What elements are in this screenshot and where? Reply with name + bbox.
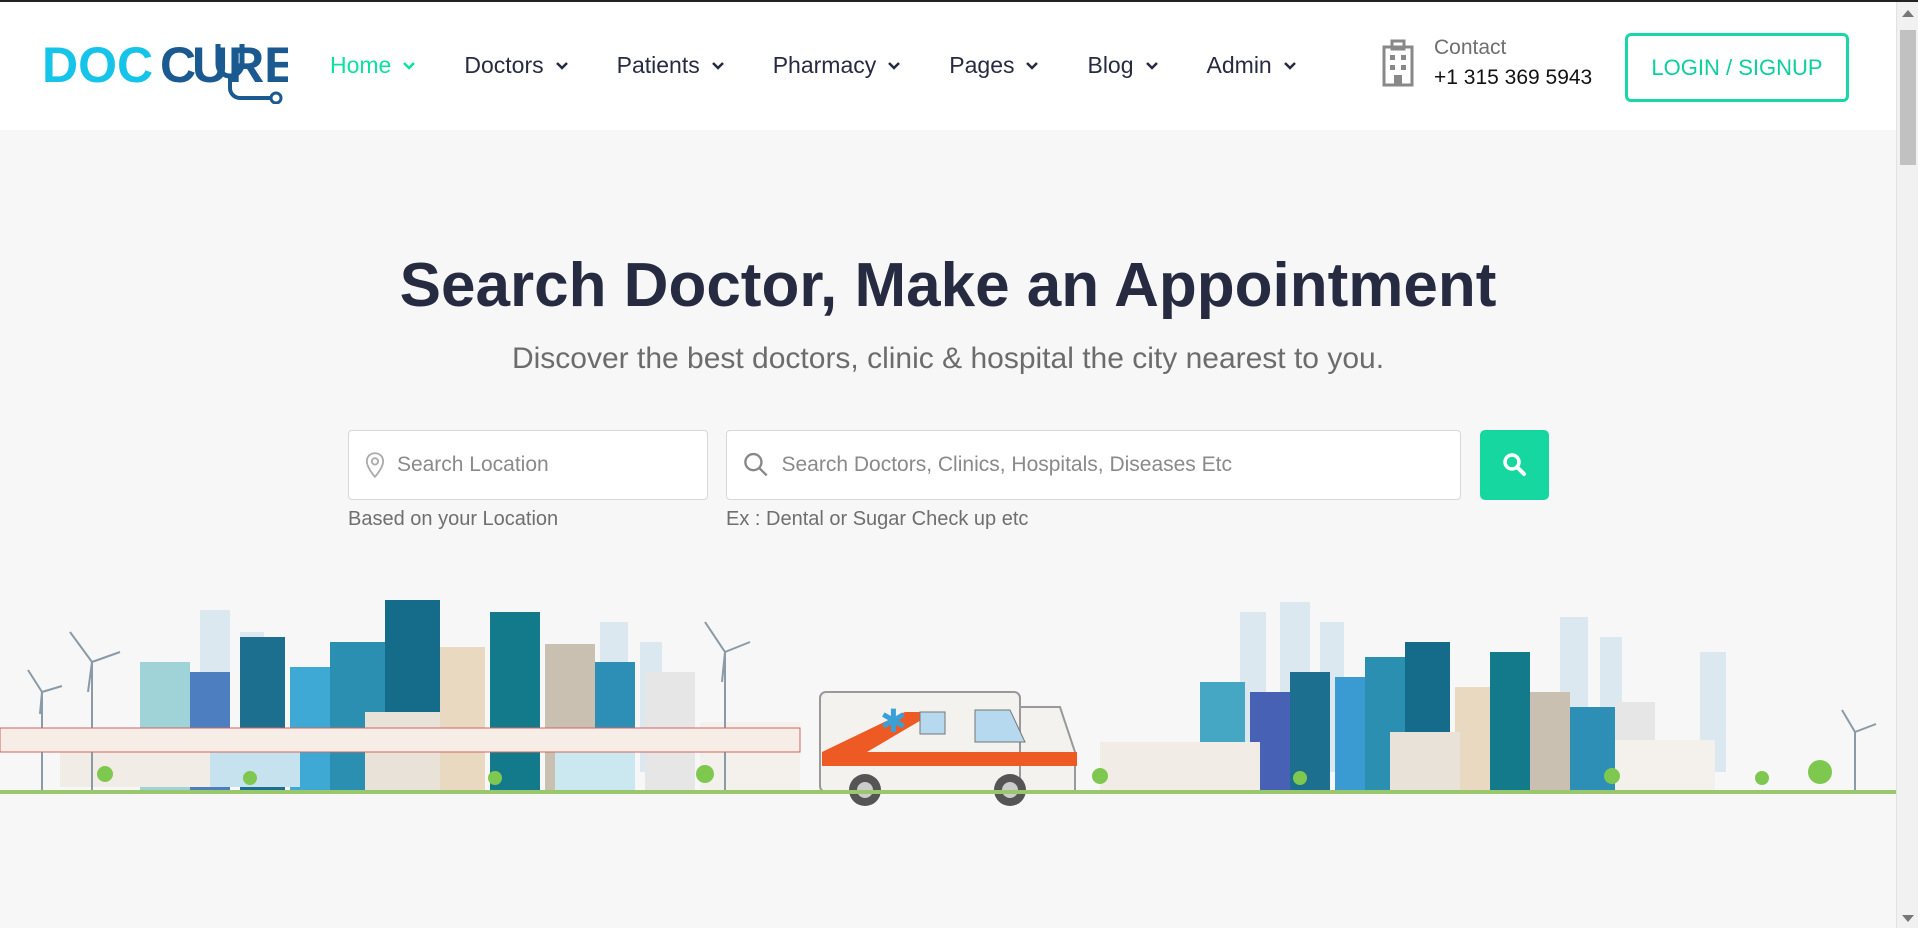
scrollbar-thumb[interactable] xyxy=(1900,30,1916,165)
hero-title: Search Doctor, Make an Appointment xyxy=(399,251,1497,320)
hospital-building-icon xyxy=(1382,39,1414,87)
city-skyline-illustration: ✱ xyxy=(0,600,1896,806)
nav-item-label: Pharmacy xyxy=(772,52,877,78)
nav-item-patients[interactable]: Patients xyxy=(617,52,726,79)
scroll-down-arrow-icon[interactable] xyxy=(1902,915,1914,922)
nav-item-label: Admin xyxy=(1206,52,1272,78)
nav-item-label: Blog xyxy=(1087,52,1134,78)
nav-item-label: Doctors xyxy=(464,52,544,78)
map-pin-icon xyxy=(365,452,385,479)
chevron-down-icon xyxy=(1145,61,1158,70)
contact-info: Contact +1 315 369 5943 xyxy=(1378,36,1592,90)
location-search-box xyxy=(348,430,708,500)
doccure-logo[interactable]: DOC C URE xyxy=(42,34,288,104)
svg-text:DOC: DOC xyxy=(42,37,153,93)
nav-item-admin[interactable]: Admin xyxy=(1207,52,1298,79)
main-nav: Home Doctors Patients Pharmacy Pages Blo… xyxy=(330,52,1345,79)
scroll-up-arrow-icon[interactable] xyxy=(1902,10,1914,17)
search-icon xyxy=(1502,453,1526,476)
doctor-search-input[interactable] xyxy=(781,453,1460,477)
search-button[interactable] xyxy=(1480,430,1549,500)
search-icon xyxy=(744,452,768,477)
contact-phone[interactable]: +1 315 369 5943 xyxy=(1434,66,1592,90)
chevron-down-icon xyxy=(403,61,416,70)
svg-text:C: C xyxy=(160,37,196,93)
query-hint: Ex : Dental or Sugar Check up etc xyxy=(726,508,1029,530)
chevron-down-icon xyxy=(555,61,568,70)
svg-text:✱: ✱ xyxy=(880,703,907,739)
nav-item-doctors[interactable]: Doctors xyxy=(464,52,569,79)
hero-bottom-area xyxy=(0,814,1896,928)
login-signup-button[interactable]: LOGIN / SIGNUP xyxy=(1625,33,1849,102)
contact-label: Contact xyxy=(1434,36,1507,59)
nav-item-label: Patients xyxy=(616,52,700,78)
nav-item-pharmacy[interactable]: Pharmacy xyxy=(773,52,903,79)
nav-item-pages[interactable]: Pages xyxy=(949,52,1040,79)
nav-item-home[interactable]: Home xyxy=(330,52,417,79)
nav-item-label: Home xyxy=(330,52,392,78)
hero-subtitle: Discover the best doctors, clinic & hosp… xyxy=(511,342,1385,375)
doctor-search-box xyxy=(726,430,1461,500)
location-search-input[interactable] xyxy=(396,453,707,477)
chevron-down-icon xyxy=(1283,61,1296,70)
chevron-down-icon xyxy=(711,61,724,70)
nav-item-blog[interactable]: Blog xyxy=(1087,52,1159,79)
chevron-down-icon xyxy=(888,61,901,70)
nav-item-label: Pages xyxy=(949,52,1015,78)
contact-text: Contact +1 315 369 5943 xyxy=(1434,36,1592,90)
chevron-down-icon xyxy=(1026,61,1039,70)
site-header: DOC C URE Home Doctors Patients Pharmacy… xyxy=(0,2,1896,130)
page-scrollbar[interactable] xyxy=(1896,2,1918,928)
location-hint: Based on your Location xyxy=(348,508,559,530)
